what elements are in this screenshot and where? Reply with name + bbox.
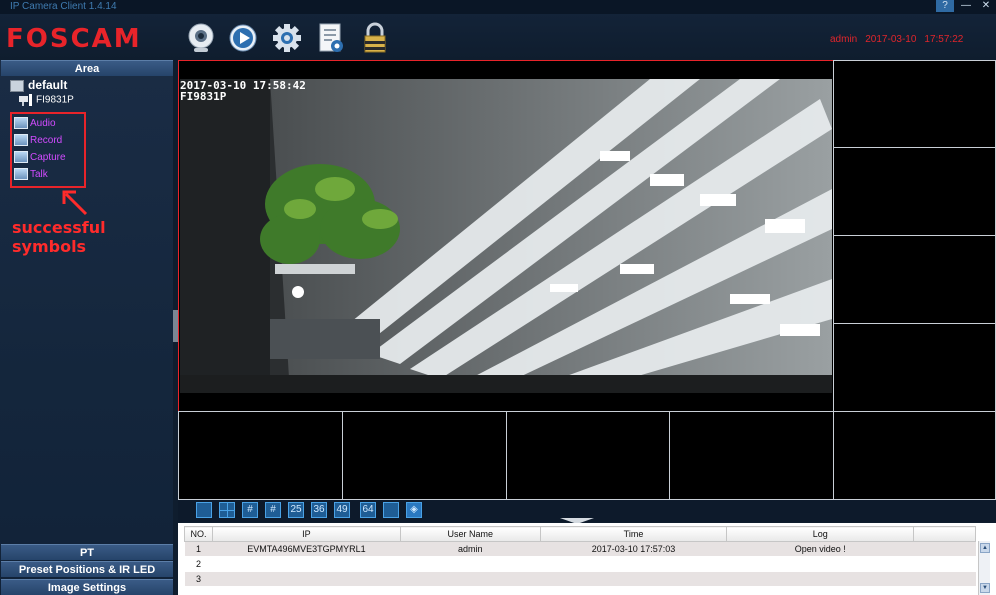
cell-time [540,556,727,572]
cell-time [540,571,727,587]
cell-time: 2017-03-10 17:57:03 [540,541,727,557]
tree-group-label: default [28,78,68,92]
gear-icon[interactable] [272,22,302,54]
annotation-label: successful symbols [12,218,106,256]
log-table: NO. IP User Name Time Log 1 EVMTA496MVE3… [184,526,976,587]
layout-64-button[interactable]: 64 [360,502,376,518]
video-cell[interactable] [833,60,996,148]
tree-camera-node[interactable]: FI9831P [18,93,74,107]
close-button[interactable]: ✕ [977,0,995,12]
area-panel-header[interactable]: Area [1,60,173,76]
video-cell[interactable] [669,411,834,500]
status-user: admin [830,34,858,45]
table-row[interactable]: 2 [184,556,976,572]
ip-camera-client-window: IP Camera Client 1.4.14 ? — ✕ FOSCAM adm… [0,0,996,595]
video-cell[interactable] [342,411,507,500]
capture-icon [14,151,28,164]
status-date: 2017-03-10 [865,34,917,45]
window-title: IP Camera Client 1.4.14 [10,1,117,12]
cell-log [726,571,914,587]
cell-no: 3 [184,571,213,587]
fullscreen-button[interactable]: ◈ [406,502,422,518]
annotation-arrow-icon [62,190,88,216]
video-cell[interactable] [506,411,670,500]
cell-extra [913,541,976,557]
status-time: 17:57:22 [924,34,964,45]
talk-icon [14,168,28,181]
col-no[interactable]: NO. [184,526,213,542]
log-scrollbar[interactable]: ▲ ▼ [978,541,990,595]
cell-user: admin [400,541,541,557]
symbol-talk[interactable]: Talk [14,167,48,183]
tree-group-default[interactable]: default [10,78,67,92]
col-time[interactable]: Time [539,526,728,542]
layout-49-button[interactable]: 49 [334,502,350,518]
symbol-capture-label: Capture [30,152,66,163]
log-panel: NO. IP User Name Time Log 1 EVMTA496MVE3… [178,523,996,595]
col-log[interactable]: Log [726,526,915,542]
osd-camera-name: FI9831P [180,90,227,103]
video-cell[interactable] [833,323,996,412]
cell-ip: EVMTA496MVE3TGPMYRL1 [212,541,401,557]
preset-ir-panel-header[interactable]: Preset Positions & IR LED [1,561,173,577]
log-document-icon[interactable] [316,22,346,54]
cell-user [400,571,541,587]
layout-1-button[interactable] [196,502,212,518]
cell-no: 2 [184,556,213,572]
video-picture [180,79,832,393]
symbol-audio-label: Audio [30,118,56,129]
layout-custom-button[interactable] [383,502,399,518]
symbol-capture[interactable]: Capture [14,150,66,166]
cell-ip [212,571,401,587]
header: FOSCAM admin 2017-03-10 17:57:22 [0,14,996,60]
symbol-record-label: Record [30,135,63,146]
play-icon[interactable] [228,22,258,54]
cell-user [400,556,541,572]
lock-icon[interactable] [360,22,390,54]
help-button[interactable]: ? [936,0,954,12]
cell-log: Open video ! [726,541,914,557]
layout-36-button[interactable]: 36 [311,502,327,518]
main-video-cell[interactable]: 2017-03-10 17:58:42 FI9831P [178,60,834,412]
foscam-logo: FOSCAM [6,24,142,54]
table-row[interactable]: 1 EVMTA496MVE3TGPMYRL1 admin 2017-03-10 … [184,541,976,557]
col-ip[interactable]: IP [211,526,401,542]
video-cell[interactable] [833,411,996,500]
pt-panel-header[interactable]: PT [1,544,173,560]
layout-4-button[interactable] [219,502,235,518]
symbol-talk-label: Talk [30,169,48,180]
scroll-up-icon[interactable]: ▲ [980,543,990,553]
webcam-icon[interactable] [186,22,216,54]
layout-16-button[interactable]: # [265,502,281,518]
title-bar: IP Camera Client 1.4.14 ? — ✕ [0,0,996,14]
image-settings-panel-header[interactable]: Image Settings [1,579,173,595]
video-cell[interactable] [833,235,996,324]
col-user-name[interactable]: User Name [399,526,541,542]
camera-device-icon [18,93,34,107]
video-cell[interactable] [833,147,996,236]
record-icon [14,134,28,147]
cell-no: 1 [184,541,213,557]
group-folder-icon [10,79,24,92]
symbol-record[interactable]: Record [14,133,62,149]
layout-25-button[interactable]: 25 [288,502,304,518]
table-row[interactable]: 3 [184,571,976,587]
tree-camera-label: FI9831P [36,94,74,106]
log-header-row: NO. IP User Name Time Log [184,526,976,542]
audio-icon [14,117,28,130]
user-datetime-status: admin 2017-03-10 17:57:22 [830,34,971,45]
symbol-audio[interactable]: Audio [14,116,56,132]
video-grid: 2017-03-10 17:58:42 FI9831P [178,60,996,500]
cell-log [726,556,914,572]
col-extra [913,526,976,542]
video-cell[interactable] [178,411,343,500]
video-frame [180,79,832,393]
cell-extra [913,571,976,587]
layout-9-button[interactable]: # [242,502,258,518]
scroll-down-icon[interactable]: ▼ [980,583,990,593]
cell-extra [913,556,976,572]
left-panel: Area default FI9831P Audio Record Captur… [0,60,173,595]
minimize-button[interactable]: — [957,0,975,12]
cell-ip [212,556,401,572]
